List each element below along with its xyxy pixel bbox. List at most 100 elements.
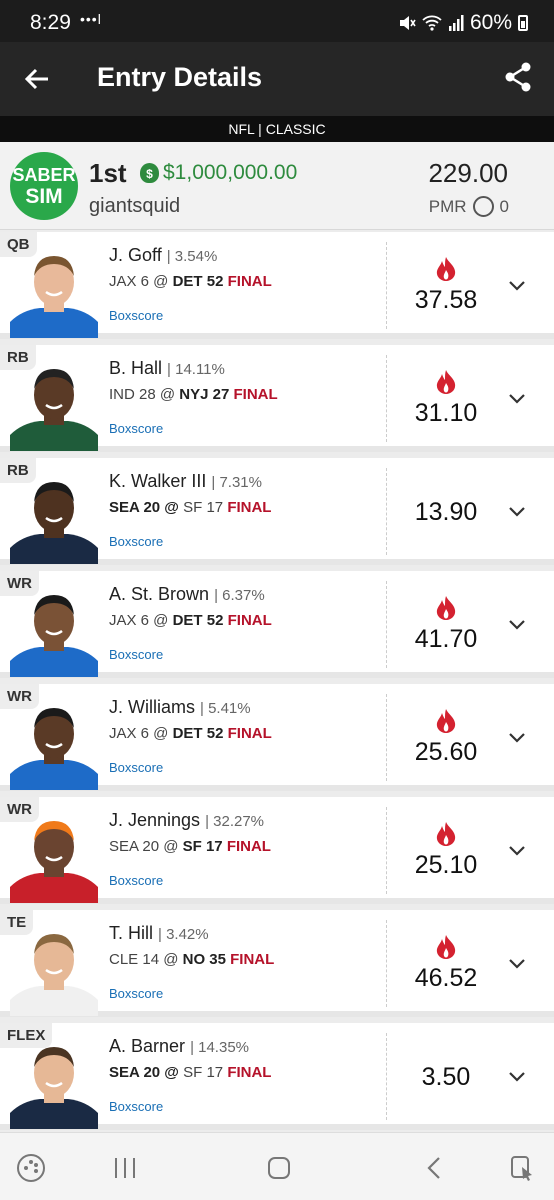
back-button[interactable] [24,60,50,101]
row-divider [386,242,387,329]
player-row[interactable]: WR J. Williams | 5.41% JAX 6 @ DET 52 FI… [0,684,554,791]
entry-username: giantsquid [89,195,181,217]
money-bag-icon: $ [140,163,159,183]
player-name[interactable]: T. Hill | 3.42% [109,923,209,944]
player-name[interactable]: K. Walker III | 7.31% [109,471,262,492]
pmr-circle-icon [472,196,494,217]
arrow-left-icon [24,68,48,90]
game-status: FINAL [227,1064,272,1081]
page-title: Entry Details [97,62,263,92]
flame-icon [436,257,456,281]
game-status: FINAL [227,725,272,742]
contest-type-label: NFL | CLASSIC [0,116,554,142]
app-bar: Entry Details [0,42,554,116]
chevron-down-icon[interactable] [508,954,526,972]
status-bar: 8:29 •••l 60% [0,0,554,42]
flame-icon [436,370,456,394]
chevron-down-icon[interactable] [508,728,526,746]
flame-icon [436,935,456,959]
assistant-icon[interactable] [508,1153,538,1188]
ownership-percent: | 3.42% [158,926,209,943]
fantasy-points: 13.90 [414,498,478,526]
player-row[interactable]: RB K. Walker III | 7.31% SEA 20 @ SF 17 … [0,458,554,565]
row-divider [386,468,387,555]
fantasy-points: 31.10 [414,399,478,427]
signal-icon [448,15,464,31]
row-divider [386,1033,387,1120]
player-photo [10,248,98,338]
game-score: IND 28 @ NYJ 27 FINAL [109,386,278,403]
game-score: SEA 20 @ SF 17 FINAL [109,1064,272,1081]
fantasy-points: 25.60 [414,738,478,766]
game-status: FINAL [233,386,278,403]
ownership-percent: | 7.31% [211,474,262,491]
system-nav-bar [0,1132,554,1200]
chevron-down-icon[interactable] [508,615,526,633]
player-photo [10,474,98,564]
player-name[interactable]: J. Jennings | 32.27% [109,810,264,831]
player-name[interactable]: J. Williams | 5.41% [109,697,251,718]
boxscore-link[interactable]: Boxscore [109,873,163,888]
chevron-down-icon[interactable] [508,389,526,407]
game-icon[interactable] [16,1153,46,1188]
row-divider [386,920,387,1007]
player-row[interactable]: WR A. St. Brown | 6.37% JAX 6 @ DET 52 F… [0,571,554,678]
boxscore-link[interactable]: Boxscore [109,421,163,436]
player-name[interactable]: B. Hall | 14.11% [109,358,225,379]
entry-score: 229.00 [428,158,508,188]
boxscore-link[interactable]: Boxscore [109,534,163,549]
share-icon [505,62,531,92]
game-status: FINAL [230,951,275,968]
game-score: JAX 6 @ DET 52 FINAL [109,612,272,629]
ownership-percent: | 32.27% [205,813,265,830]
game-status: FINAL [227,499,272,516]
player-row[interactable]: FLEX A. Barner | 14.35% SEA 20 @ SF 17 F… [0,1023,554,1130]
chevron-down-icon[interactable] [508,502,526,520]
player-name[interactable]: J. Goff | 3.54% [109,245,217,266]
player-row[interactable]: WR J. Jennings | 32.27% SEA 20 @ SF 17 F… [0,797,554,904]
fantasy-points: 3.50 [421,1063,471,1091]
entry-summary: SABER SIM 1st $ $1,000,000.00 giantsquid… [0,142,554,230]
game-status: FINAL [226,838,271,855]
row-divider [386,694,387,781]
boxscore-link[interactable]: Boxscore [109,986,163,1001]
boxscore-link[interactable]: Boxscore [109,647,163,662]
fantasy-points: 41.70 [414,625,478,653]
flame-icon [436,709,456,733]
ownership-percent: | 5.41% [200,700,251,717]
wifi-icon [422,15,442,31]
home-icon[interactable] [266,1157,292,1184]
player-name[interactable]: A. Barner | 14.35% [109,1036,249,1057]
fantasy-points: 25.10 [414,851,478,879]
ownership-percent: | 14.11% [167,361,225,378]
fantasy-points: 37.58 [414,286,478,314]
ownership-percent: | 14.35% [190,1039,250,1056]
player-photo [10,700,98,790]
player-name[interactable]: A. St. Brown | 6.37% [109,584,265,605]
fantasy-points: 46.52 [414,964,478,992]
ownership-percent: | 3.54% [166,248,218,265]
game-status: FINAL [227,612,272,629]
sabersim-logo: SABER SIM [10,152,78,220]
boxscore-link[interactable]: Boxscore [109,308,163,323]
share-button[interactable] [504,62,532,97]
status-icons: 60% [398,11,528,35]
chevron-down-icon[interactable] [508,1067,526,1085]
recent-apps-icon[interactable] [112,1157,138,1184]
game-score: SEA 20 @ SF 17 FINAL [109,838,271,855]
ownership-percent: | 6.37% [214,587,265,604]
row-divider [386,807,387,894]
chevron-down-icon[interactable] [508,276,526,294]
player-row[interactable]: RB B. Hall | 14.11% IND 28 @ NYJ 27 FINA… [0,345,554,452]
player-photo [10,1039,98,1129]
player-row[interactable]: TE T. Hill | 3.42% CLE 14 @ NO 35 FINAL … [0,910,554,1017]
mute-icon [399,16,416,30]
player-photo [10,813,98,903]
boxscore-link[interactable]: Boxscore [109,1099,163,1114]
game-score: JAX 6 @ DET 52 FINAL [109,273,272,290]
notification-dots: •••l [80,11,102,27]
back-icon[interactable] [424,1157,444,1184]
chevron-down-icon[interactable] [508,841,526,859]
boxscore-link[interactable]: Boxscore [109,760,163,775]
player-row[interactable]: QB J. Goff | 3.54% JAX 6 @ DET 52 FINAL … [0,232,554,339]
